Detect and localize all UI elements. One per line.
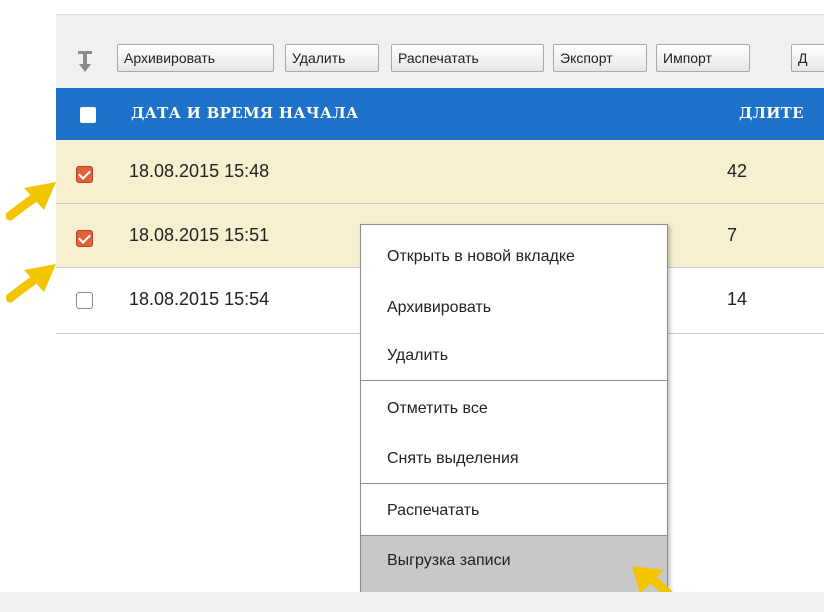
menu-item-select-all[interactable]: Отметить все — [361, 383, 667, 435]
row-checkbox[interactable] — [76, 292, 93, 309]
menu-item-print[interactable]: Распечатать — [361, 485, 667, 537]
yellow-pointer-arrow-icon — [6, 182, 56, 221]
row-checkbox[interactable] — [76, 166, 93, 183]
delete-button[interactable]: Удалить — [285, 44, 379, 72]
archive-button[interactable]: Архивировать — [117, 44, 274, 72]
table-header: ДАТА И ВРЕМЯ НАЧАЛА ДЛИТЕ — [56, 88, 824, 140]
duration-cell: 42 — [727, 161, 748, 181]
menu-item-open-new-tab[interactable]: Открыть в новой вкладке — [361, 231, 667, 283]
select-all-checkbox[interactable] — [80, 107, 96, 123]
duration-cell: 7 — [727, 225, 738, 245]
menu-separator — [361, 380, 667, 381]
column-header-duration[interactable]: ДЛИТЕ — [739, 104, 804, 122]
start-time-cell: 18.08.2015 15:48 — [129, 161, 270, 181]
down-arrow-icon[interactable] — [78, 51, 92, 73]
start-time-cell: 18.08.2015 15:54 — [129, 289, 270, 309]
export-button[interactable]: Экспорт — [553, 44, 647, 72]
toolbar: Архивировать Удалить Распечатать Экспорт… — [56, 14, 824, 88]
print-button[interactable]: Распечатать — [391, 44, 544, 72]
import-button[interactable]: Импорт — [656, 44, 750, 72]
duration-cell: 14 — [727, 289, 748, 309]
table-row[interactable]: 18.08.2015 15:48 42 — [56, 140, 824, 204]
menu-item-archive[interactable]: Архивировать — [361, 282, 667, 334]
context-menu: Открыть в новой вкладке Архивировать Уда… — [360, 224, 668, 594]
row-checkbox[interactable] — [76, 230, 93, 247]
menu-separator — [361, 483, 667, 484]
menu-item-export-record[interactable]: Выгрузка записи — [361, 536, 667, 593]
menu-item-deselect[interactable]: Снять выделения — [361, 433, 667, 485]
menu-item-delete[interactable]: Удалить — [361, 330, 667, 382]
yellow-pointer-arrow-icon — [6, 264, 56, 303]
more-button[interactable]: Д — [791, 44, 824, 72]
footer-bar — [0, 592, 824, 612]
column-header-start-time[interactable]: ДАТА И ВРЕМЯ НАЧАЛА — [131, 104, 358, 122]
start-time-cell: 18.08.2015 15:51 — [129, 225, 270, 245]
